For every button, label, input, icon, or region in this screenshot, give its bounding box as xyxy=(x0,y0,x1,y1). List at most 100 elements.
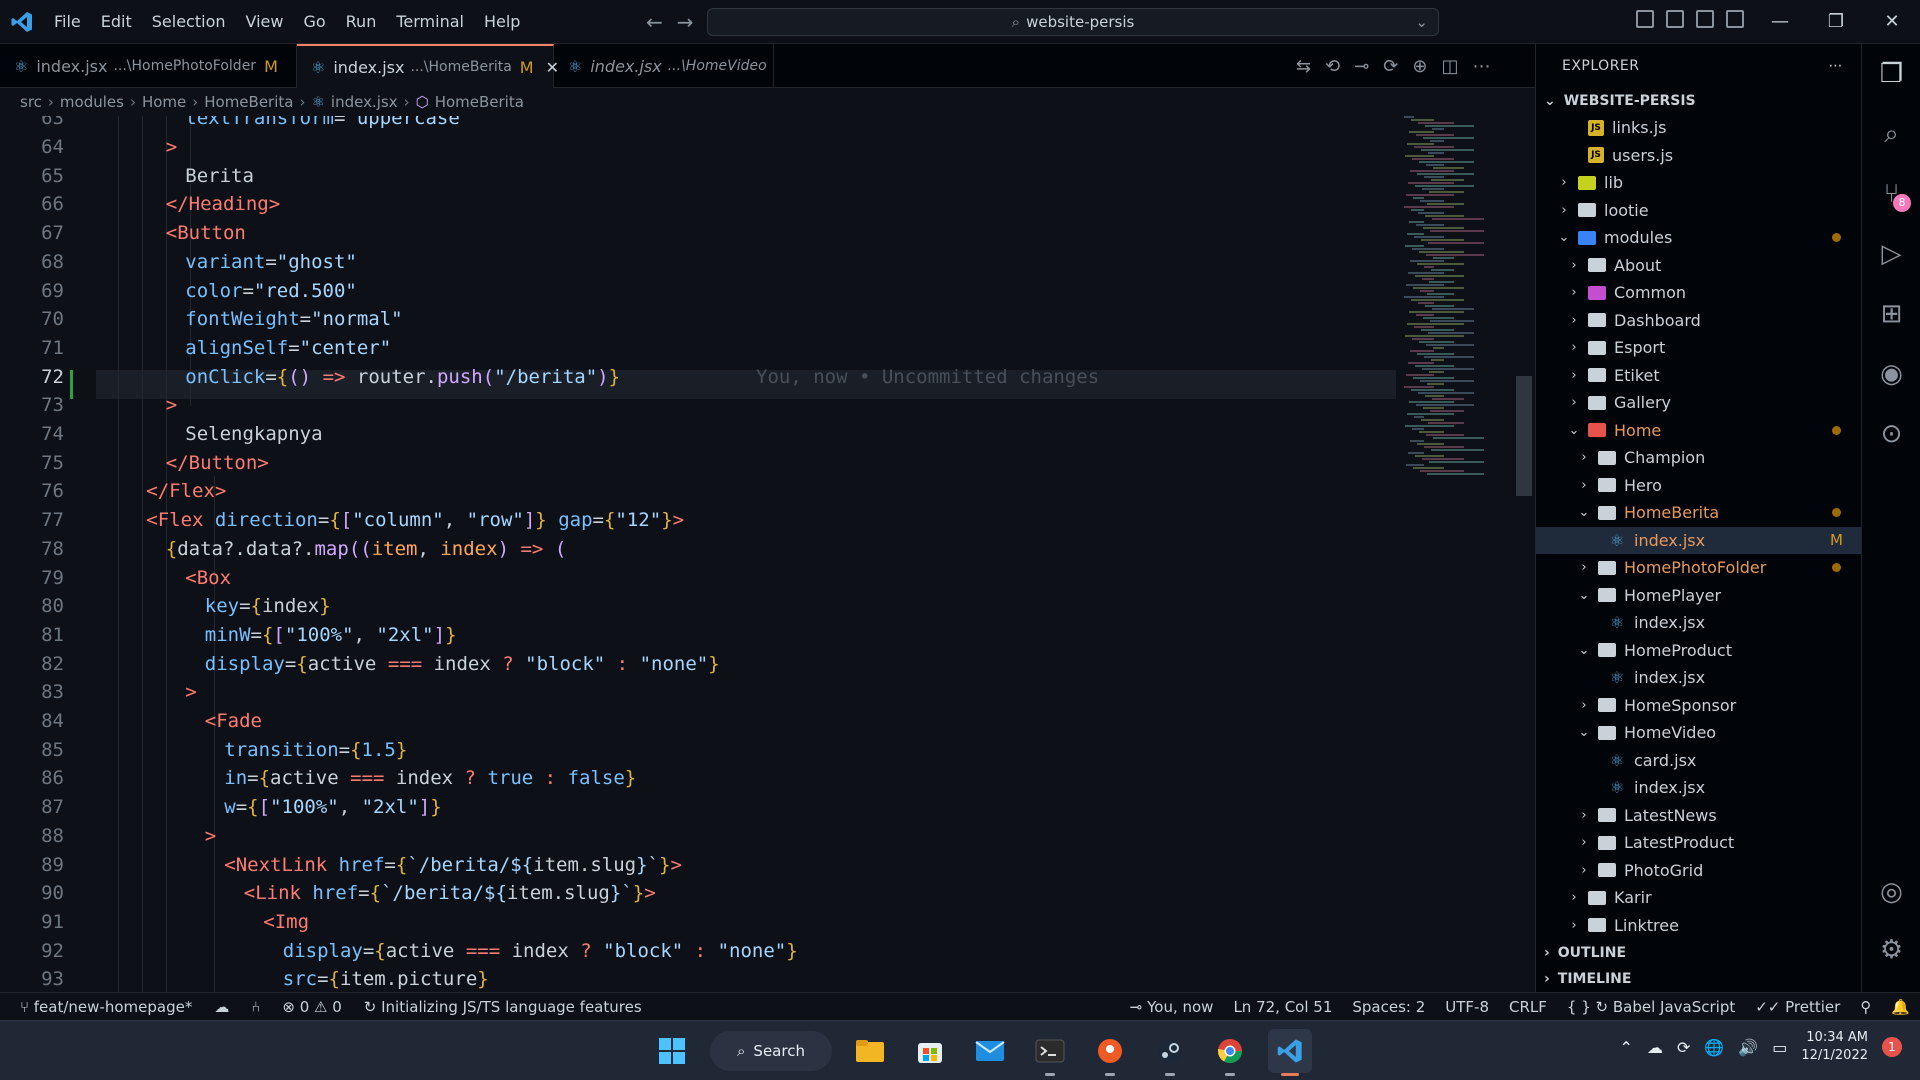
more-actions-icon[interactable]: ⋯ xyxy=(1829,58,1844,74)
code-line[interactable]: 86 in={active === index ? true : false} xyxy=(0,764,1400,793)
code-line[interactable]: 75 </Button> xyxy=(0,448,1400,477)
tab-homeberita[interactable]: ⚛ index.jsx ...\HomeBerita M ✕ xyxy=(297,44,559,88)
tree-folder[interactable]: ⌄ HomeBerita xyxy=(1536,499,1861,527)
menu-run[interactable]: Run xyxy=(336,0,387,44)
next-change-icon[interactable]: ⟳ xyxy=(1383,56,1398,77)
code-line[interactable]: 73 > xyxy=(0,391,1400,420)
indentation[interactable]: Spaces: 2 xyxy=(1352,998,1425,1016)
menu-file[interactable]: File xyxy=(44,0,91,44)
code-line[interactable]: 81 minW={["100%", "2xl"]} xyxy=(0,621,1400,650)
code-line[interactable]: 72 onClick={() => router.push("/berita")}… xyxy=(0,362,1400,391)
restore-icon[interactable]: ❐ xyxy=(1808,0,1864,44)
code-line[interactable]: 74 Selengkapnya xyxy=(0,420,1400,449)
code-line[interactable]: 83 > xyxy=(0,678,1400,707)
code-line[interactable]: 92 display={active === index ? "block" : … xyxy=(0,936,1400,965)
code-line[interactable]: 68 variant="ghost" xyxy=(0,248,1400,277)
toggle-secondary-sidebar-icon[interactable] xyxy=(1696,10,1714,28)
mail-icon[interactable] xyxy=(968,1029,1012,1073)
language-globe-icon[interactable]: 🌐 xyxy=(1704,1038,1724,1057)
tree-folder[interactable]: › PhotoGrid xyxy=(1536,857,1861,885)
file-explorer-icon[interactable] xyxy=(848,1029,892,1073)
code-line[interactable]: 76 </Flex> xyxy=(0,477,1400,506)
tree-folder[interactable]: › Dashboard xyxy=(1536,307,1861,335)
tree-folder[interactable]: › Common xyxy=(1536,279,1861,307)
git-graph-icon[interactable]: ⊙ xyxy=(1862,404,1920,464)
code-line[interactable]: 82 display={active === index ? "block" : … xyxy=(0,649,1400,678)
clock[interactable]: 10:34 AM 12/1/2022 xyxy=(1801,1029,1868,1065)
explorer-icon[interactable]: ❐ xyxy=(1862,44,1920,104)
search-icon[interactable]: ⌕ xyxy=(1862,104,1920,164)
breadcrumb-item[interactable]: index.jsx xyxy=(331,93,398,111)
battery-icon[interactable]: ▭ xyxy=(1772,1038,1787,1057)
outline-section[interactable]: › OUTLINE xyxy=(1536,940,1862,966)
menu-view[interactable]: View xyxy=(236,0,294,44)
accounts-icon[interactable]: ◎ xyxy=(1862,862,1920,922)
tree-folder[interactable]: ⌄ HomePlayer xyxy=(1536,582,1861,610)
encoding[interactable]: UTF-8 xyxy=(1445,998,1489,1016)
more-actions-icon[interactable]: ⋯ xyxy=(1472,56,1490,77)
tree-folder[interactable]: › Champion xyxy=(1536,444,1861,472)
prettier-status[interactable]: ✓✓ Prettier xyxy=(1755,998,1840,1016)
notifications-bell-icon[interactable]: 🔔 xyxy=(1891,998,1910,1016)
code-line[interactable]: 85 transition={1.5} xyxy=(0,735,1400,764)
minimize-icon[interactable]: — xyxy=(1752,0,1808,44)
previous-change-icon[interactable]: ⟲ xyxy=(1325,56,1340,77)
tree-folder[interactable]: › lib xyxy=(1536,169,1861,197)
code-line[interactable]: 80 key={index} xyxy=(0,592,1400,621)
code-line[interactable]: 91 <Img xyxy=(0,908,1400,937)
tree-folder[interactable]: ⌄ Home xyxy=(1536,417,1861,445)
vscode-taskbar-icon[interactable] xyxy=(1268,1029,1312,1076)
tree-folder[interactable]: › HomePhotoFolder xyxy=(1536,554,1861,582)
command-center[interactable]: ⌕ website-persis ⌄ xyxy=(707,8,1439,36)
tree-folder[interactable]: › LatestProduct xyxy=(1536,829,1861,857)
chevron-down-icon[interactable]: ⌄ xyxy=(1415,13,1428,31)
git-graph-status-icon[interactable]: ⑃ xyxy=(251,998,260,1016)
tree-folder[interactable]: › LatestNews xyxy=(1536,802,1861,830)
problems-status[interactable]: ⊗ 0 ⚠ 0 xyxy=(282,998,341,1016)
code-line[interactable]: 64 > xyxy=(0,133,1400,162)
menu-go[interactable]: Go xyxy=(293,0,335,44)
language-mode[interactable]: { } ↻ Babel JavaScript xyxy=(1567,998,1735,1016)
tree-file[interactable]: ⚛ card.jsx xyxy=(1536,747,1861,775)
breadcrumb-item[interactable]: modules xyxy=(60,93,124,111)
code-line[interactable]: 63 textTransform="uppercase" xyxy=(0,116,1400,133)
breadcrumb-item[interactable]: src xyxy=(20,93,42,111)
postman-icon[interactable] xyxy=(1088,1029,1132,1076)
line-ending[interactable]: CRLF xyxy=(1509,998,1547,1016)
extensions-icon[interactable]: ⊞ xyxy=(1862,284,1920,344)
tree-folder[interactable]: ⌄ modules xyxy=(1536,224,1861,252)
code-line[interactable]: 69 color="red.500" xyxy=(0,276,1400,305)
tree-file[interactable]: JS users.js xyxy=(1536,142,1861,170)
steam-icon[interactable] xyxy=(1148,1029,1192,1076)
back-arrow-icon[interactable]: ← xyxy=(646,10,663,34)
timeline-section[interactable]: › TIMELINE xyxy=(1536,966,1862,992)
blame-status[interactable]: ⊸ You, now xyxy=(1130,998,1214,1016)
code-line[interactable]: 84 <Fade xyxy=(0,707,1400,736)
code-line[interactable]: 89 <NextLink href={`/berita/${item.slug}`… xyxy=(0,850,1400,879)
git-commit-icon[interactable]: ⊸ xyxy=(1354,56,1369,77)
code-line[interactable]: 87 w={["100%", "2xl"]} xyxy=(0,793,1400,822)
sync-tray-icon[interactable]: ⟳ xyxy=(1677,1038,1690,1057)
customize-layout-icon[interactable] xyxy=(1726,10,1744,28)
cursor-position[interactable]: Ln 72, Col 51 xyxy=(1233,998,1332,1016)
code-editor[interactable]: 63 textTransform="uppercase" 64 >65 Berita 66… xyxy=(0,116,1535,992)
tree-folder[interactable]: › Hero xyxy=(1536,472,1861,500)
tree-folder[interactable]: ⌄ HomeProduct xyxy=(1536,637,1861,665)
menu-terminal[interactable]: Terminal xyxy=(386,0,474,44)
code-line[interactable]: 65 Berita xyxy=(0,161,1400,190)
tree-folder[interactable]: › Linktree xyxy=(1536,912,1861,940)
menu-selection[interactable]: Selection xyxy=(142,0,236,44)
tree-folder[interactable]: › About xyxy=(1536,252,1861,280)
settings-gear-icon[interactable]: ⚙ xyxy=(1862,920,1920,980)
run-debug-icon[interactable]: ▷ xyxy=(1862,224,1920,284)
menu-help[interactable]: Help xyxy=(474,0,530,44)
code-line[interactable]: 67 <Button xyxy=(0,219,1400,248)
branch-status[interactable]: ⑂ feat/new-homepage* xyxy=(20,998,192,1016)
chevron-up-icon[interactable]: ⌃ xyxy=(1620,1038,1633,1057)
code-line[interactable]: 77 <Flex direction={["column", "row"]} ga… xyxy=(0,506,1400,535)
tree-folder[interactable]: › Etiket xyxy=(1536,362,1861,390)
notification-badge[interactable]: 1 xyxy=(1882,1037,1902,1057)
tree-file[interactable]: ⚛ index.jsx xyxy=(1536,609,1861,637)
tree-folder[interactable]: › HomeSponsor xyxy=(1536,692,1861,720)
sync-icon[interactable]: ☁ xyxy=(214,998,229,1016)
